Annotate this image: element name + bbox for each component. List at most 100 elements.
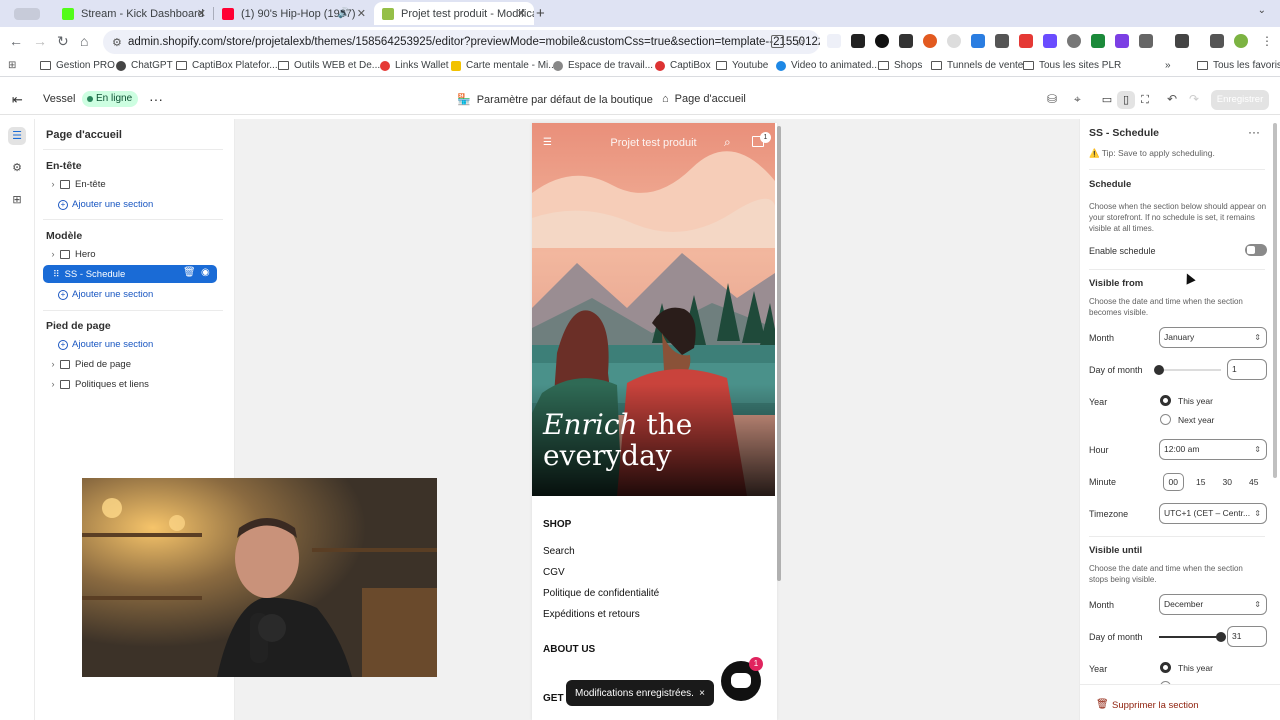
extension-icon[interactable] xyxy=(971,34,985,48)
sections-icon[interactable]: ☰ xyxy=(8,127,26,145)
chevron-down-icon[interactable]: ⌄ xyxy=(1258,5,1266,16)
from-day-input[interactable]: 1 xyxy=(1227,359,1267,380)
sidebar-item-ss-schedule[interactable]: ⠿ SS - Schedule 🗑 ◉ xyxy=(43,265,217,283)
bookmark-item[interactable]: Tunnels de vente xyxy=(931,60,1023,71)
from-hour-select[interactable]: 12:00 am ⇕ xyxy=(1159,439,1267,460)
from-day-slider-track[interactable] xyxy=(1159,369,1221,371)
enable-schedule-toggle[interactable] xyxy=(1245,244,1267,256)
bookmark-star-icon[interactable]: ☆ xyxy=(794,34,806,50)
bookmark-item[interactable]: Carte mentale - Mi... xyxy=(451,60,557,71)
address-bar[interactable]: ⚙ admin.shopify.com/store/projetalexb/th… xyxy=(103,30,820,54)
bookmark-item[interactable]: Tous les sites PLR xyxy=(1023,60,1121,71)
back-icon[interactable]: ← xyxy=(9,33,23,49)
bookmark-item[interactable]: Shops xyxy=(878,60,922,71)
search-icon[interactable]: ⌕ xyxy=(724,135,731,150)
until-day-input[interactable]: 31 xyxy=(1227,626,1267,647)
extension-icon[interactable] xyxy=(1043,34,1057,48)
close-icon[interactable]: ✕ xyxy=(197,7,206,20)
from-timezone-select[interactable]: UTC+1 (CET – Centr... ⇕ xyxy=(1159,503,1267,524)
bookmark-item[interactable]: Gestion PRO xyxy=(40,60,115,71)
from-day-slider-thumb[interactable] xyxy=(1154,365,1164,375)
until-day-slider-track[interactable] xyxy=(1159,636,1221,638)
footer-link[interactable]: Search xyxy=(543,546,575,557)
inspector-icon[interactable]: ⌖ xyxy=(1074,92,1081,107)
bookmark-item[interactable]: Links Wallet xyxy=(380,60,449,71)
home-icon[interactable]: ⌂ xyxy=(80,33,88,49)
extension-icon[interactable] xyxy=(851,34,865,48)
more-icon[interactable]: ··· xyxy=(1248,125,1260,139)
reload-icon[interactable]: ↻ xyxy=(57,33,69,50)
sidebar-item-hero[interactable]: › Hero xyxy=(46,245,218,263)
site-settings-icon[interactable]: ⚙ xyxy=(112,36,122,49)
extension-icon[interactable] xyxy=(1067,34,1081,48)
all-bookmarks[interactable]: Tous les favoris xyxy=(1197,60,1280,71)
add-section-button[interactable]: + Ajouter une section xyxy=(58,199,153,210)
close-icon[interactable]: ✕ xyxy=(357,7,366,20)
minute-option[interactable]: 30 xyxy=(1218,474,1237,490)
eye-icon[interactable]: ◉ xyxy=(201,267,210,278)
tab-youtube[interactable]: (1) 90's Hip-Hop (1997) 🔊 ✕ xyxy=(214,2,374,25)
bookmark-item[interactable]: Outils WEB et De... xyxy=(278,60,380,71)
undo-icon[interactable]: ↶ xyxy=(1167,92,1177,106)
footer-link[interactable]: Politique de confidentialité xyxy=(543,588,659,599)
mobile-icon[interactable]: ▯ xyxy=(1117,91,1135,109)
extension-icon[interactable] xyxy=(1019,34,1033,48)
forward-icon[interactable]: → xyxy=(33,33,47,49)
more-bookmarks-icon[interactable]: » xyxy=(1165,60,1171,71)
tab-kick[interactable]: Stream - Kick Dashboard ✕ xyxy=(54,2,214,25)
exit-icon[interactable]: ⇤ xyxy=(12,92,23,108)
extension-icon[interactable] xyxy=(875,34,889,48)
footer-link[interactable]: Expéditions et retours xyxy=(543,609,640,620)
preview-scrollbar[interactable] xyxy=(777,126,781,581)
new-tab-icon[interactable]: + xyxy=(536,5,545,22)
desktop-icon[interactable]: ▭ xyxy=(1098,91,1116,109)
sidebar-item-header[interactable]: › En-tête xyxy=(46,175,218,193)
fullscreen-icon[interactable]: ⛶ xyxy=(1136,91,1154,109)
close-icon[interactable]: × xyxy=(699,688,705,699)
from-month-select[interactable]: January ⇕ xyxy=(1159,327,1267,348)
speaker-icon[interactable]: 🔊 xyxy=(338,8,350,19)
minute-option[interactable]: 15 xyxy=(1191,474,1210,490)
extension-icon[interactable] xyxy=(1115,34,1129,48)
redo-icon[interactable]: ↷ xyxy=(1189,92,1199,106)
add-section-button[interactable]: + Ajouter une section xyxy=(58,339,153,350)
footer-link[interactable]: CGV xyxy=(543,567,565,578)
add-section-button[interactable]: + Ajouter une section xyxy=(58,289,153,300)
minute-option[interactable]: 00 xyxy=(1162,472,1184,491)
extension-icon[interactable] xyxy=(995,34,1009,48)
chevron-right-icon[interactable]: › xyxy=(46,379,60,389)
extension-icon[interactable] xyxy=(827,34,841,48)
store-name[interactable]: Projet test produit xyxy=(532,137,775,149)
bookmark-item[interactable]: Espace de travail... xyxy=(553,60,653,71)
translate-icon[interactable] xyxy=(771,35,784,48)
extension-icon[interactable] xyxy=(1091,34,1105,48)
chat-button[interactable]: 1 xyxy=(721,657,763,701)
more-icon[interactable]: ··· xyxy=(149,91,163,107)
puzzle-icon[interactable] xyxy=(1139,34,1153,48)
avatar[interactable] xyxy=(1234,34,1248,48)
bookmark-item[interactable]: ChatGPT xyxy=(116,60,173,71)
until-year-this-radio[interactable]: This year xyxy=(1160,662,1213,673)
from-year-this-radio[interactable]: This year xyxy=(1160,395,1213,406)
hero-section[interactable]: ☰ Projet test produit ⌕ 1 Enrich the eve… xyxy=(532,123,777,496)
extension-icon[interactable] xyxy=(947,34,961,48)
bookmark-item[interactable]: Video to animated... xyxy=(776,60,880,71)
chevron-right-icon[interactable]: › xyxy=(46,179,60,189)
sidebar-item-footer[interactable]: › Pied de page xyxy=(46,355,218,373)
until-day-slider-thumb[interactable] xyxy=(1216,632,1226,642)
trash-icon[interactable]: 🗑 xyxy=(183,267,196,278)
close-icon[interactable]: ✕ xyxy=(517,7,526,20)
page-selector[interactable]: ⌂ Page d'accueil xyxy=(662,93,746,105)
panel-scrollbar[interactable] xyxy=(1273,123,1277,478)
chevron-right-icon[interactable]: › xyxy=(46,249,60,259)
tab-group-button[interactable] xyxy=(6,2,48,25)
extension-icon[interactable] xyxy=(923,34,937,48)
bookmark-item[interactable]: Youtube xyxy=(716,60,768,71)
extension-icon[interactable] xyxy=(1175,34,1189,48)
bookmark-item[interactable]: CaptiBox xyxy=(655,60,711,71)
database-icon[interactable]: ⛁ xyxy=(1047,92,1057,106)
settings-gear-icon[interactable]: ⚙ xyxy=(8,159,26,177)
chevron-right-icon[interactable]: › xyxy=(46,359,60,369)
delete-section-button[interactable]: Supprimer la section xyxy=(1112,700,1199,711)
default-store-selector[interactable]: 🏪 Paramètre par défaut de la boutique xyxy=(457,93,653,107)
